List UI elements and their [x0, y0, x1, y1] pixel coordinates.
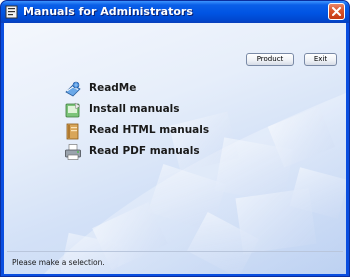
window-title: Manuals for Administrators: [23, 5, 193, 18]
title-bar[interactable]: Manuals for Administrators: [1, 1, 349, 23]
menu-item-read-pdf-manuals[interactable]: Read PDF manuals: [64, 143, 264, 161]
menu-item-label: ReadMe: [89, 82, 137, 94]
status-text: Please make a selection.: [12, 258, 105, 267]
menu-item-read-html-manuals[interactable]: Read HTML manuals: [64, 122, 264, 140]
app-window: Manuals for Administrators Product Exit …: [0, 0, 350, 277]
menu-item-label: Read HTML manuals: [89, 124, 210, 136]
html-manual-icon: [66, 123, 79, 140]
menu-item-label: Install manuals: [89, 103, 180, 115]
install-icon: [65, 102, 81, 118]
menu-item-label: Read PDF manuals: [89, 145, 200, 157]
product-button[interactable]: Product: [246, 53, 294, 66]
exit-button[interactable]: Exit: [304, 53, 337, 66]
pdf-printer-icon: [65, 144, 81, 160]
client-area: Product Exit ReadMe Install manuals Read…: [4, 23, 346, 274]
close-icon: [332, 7, 341, 16]
menu-item-install-manuals[interactable]: Install manuals: [64, 101, 264, 119]
app-icon: [5, 5, 18, 19]
close-button[interactable]: [328, 3, 345, 20]
status-divider: [7, 251, 343, 252]
readme-globe-icon: [65, 81, 81, 97]
menu-item-readme[interactable]: ReadMe: [64, 80, 264, 98]
